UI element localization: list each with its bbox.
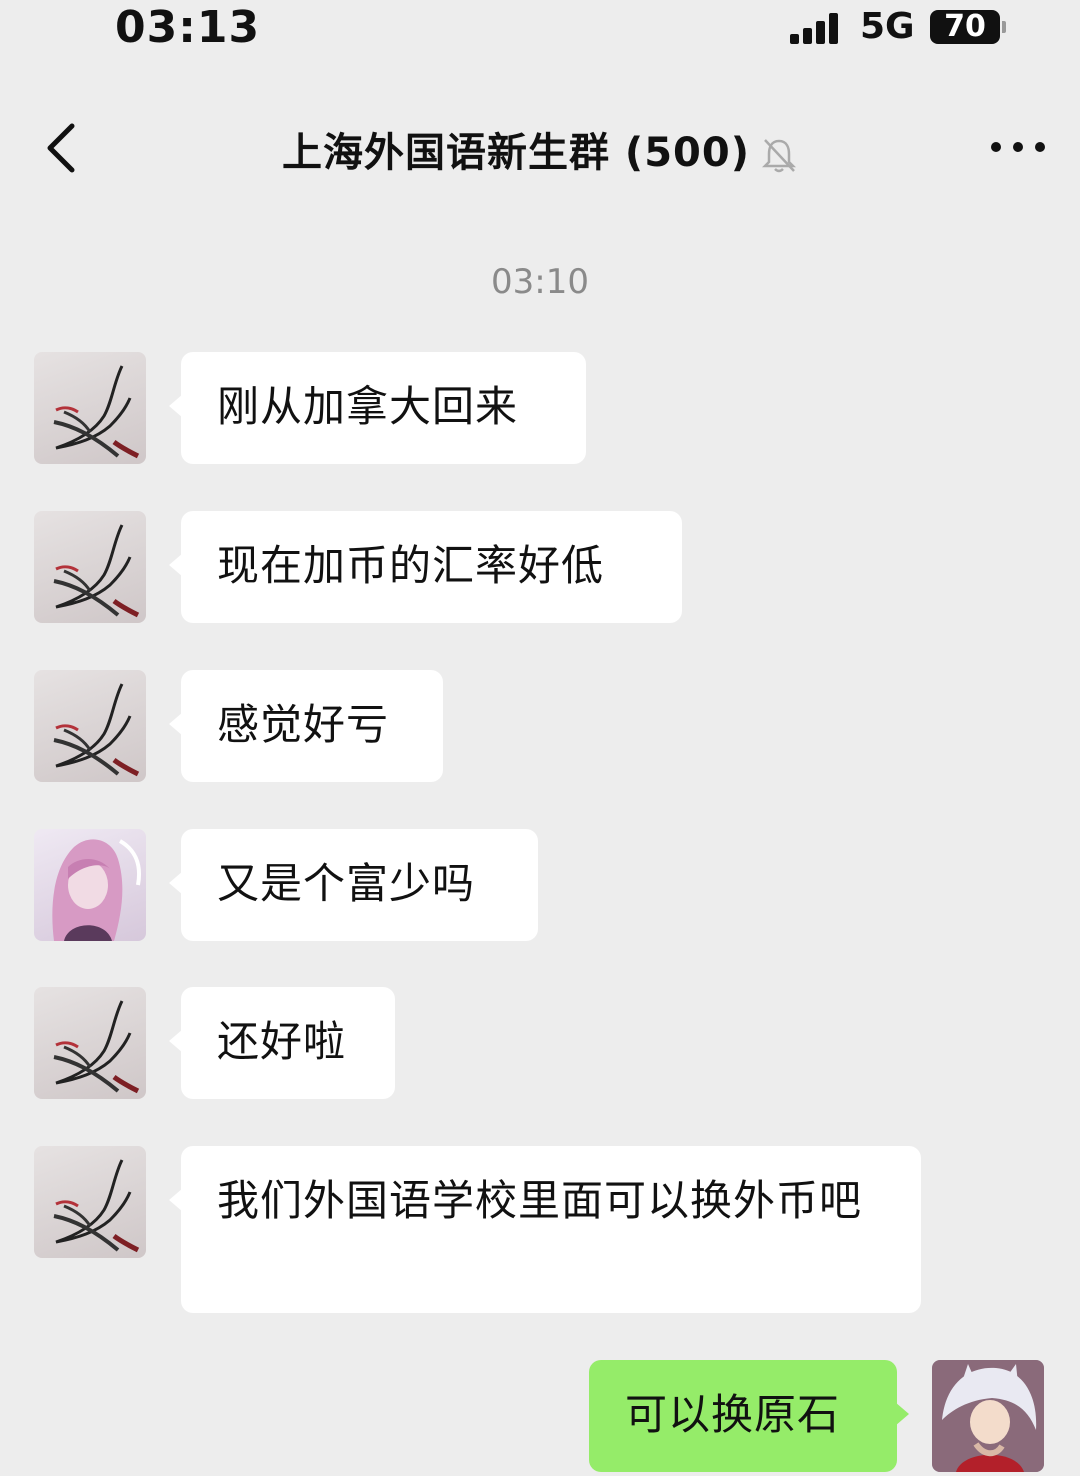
avatar[interactable] bbox=[34, 1146, 146, 1258]
chat-title-text: 上海外国语新生群 (500) bbox=[282, 130, 750, 176]
avatar[interactable] bbox=[34, 670, 146, 782]
ink-figure-icon bbox=[53, 1000, 140, 1094]
nav-bar: 上海外国语新生群 (500) bbox=[0, 90, 1080, 200]
more-button[interactable] bbox=[985, 128, 1055, 168]
status-bar: 03:13 5G 70 bbox=[0, 0, 1080, 60]
avatar[interactable] bbox=[34, 987, 146, 1099]
ink-figure-icon bbox=[53, 1159, 140, 1253]
anime-boy-icon bbox=[932, 1360, 1044, 1472]
avatar[interactable] bbox=[34, 829, 146, 941]
network-type: 5G bbox=[860, 6, 915, 47]
signal-icon bbox=[790, 12, 844, 44]
message-bubble[interactable]: 还好啦 bbox=[169, 987, 395, 1099]
message-bubble[interactable]: 我们外国语学校里面可以换外币吧 bbox=[169, 1146, 921, 1313]
battery-tip bbox=[1002, 21, 1006, 33]
ink-figure-icon bbox=[53, 683, 140, 777]
message-bubble[interactable]: 又是个富少吗 bbox=[169, 829, 538, 941]
message-bubble[interactable]: 现在加币的汇率好低 bbox=[169, 511, 682, 623]
chat-title: 上海外国语新生群 (500) bbox=[0, 120, 1080, 178]
message-bubble[interactable]: 感觉好亏 bbox=[169, 670, 443, 782]
message-bubble[interactable]: 刚从加拿大回来 bbox=[169, 352, 586, 464]
avatar[interactable] bbox=[34, 352, 146, 464]
avatar[interactable] bbox=[34, 511, 146, 623]
anime-girl-icon bbox=[52, 839, 141, 941]
my-message-bubble[interactable]: 可以换原石 bbox=[589, 1360, 909, 1472]
more-dots-icon bbox=[991, 142, 1001, 152]
my-avatar[interactable] bbox=[932, 1360, 1044, 1472]
ink-figure-icon bbox=[53, 365, 140, 459]
battery-icon: 70 bbox=[930, 10, 1000, 44]
status-time: 03:13 bbox=[115, 2, 261, 53]
ink-figure-icon bbox=[53, 524, 140, 618]
message-timestamp: 03:10 bbox=[491, 262, 589, 302]
bell-muted-icon bbox=[761, 139, 797, 173]
